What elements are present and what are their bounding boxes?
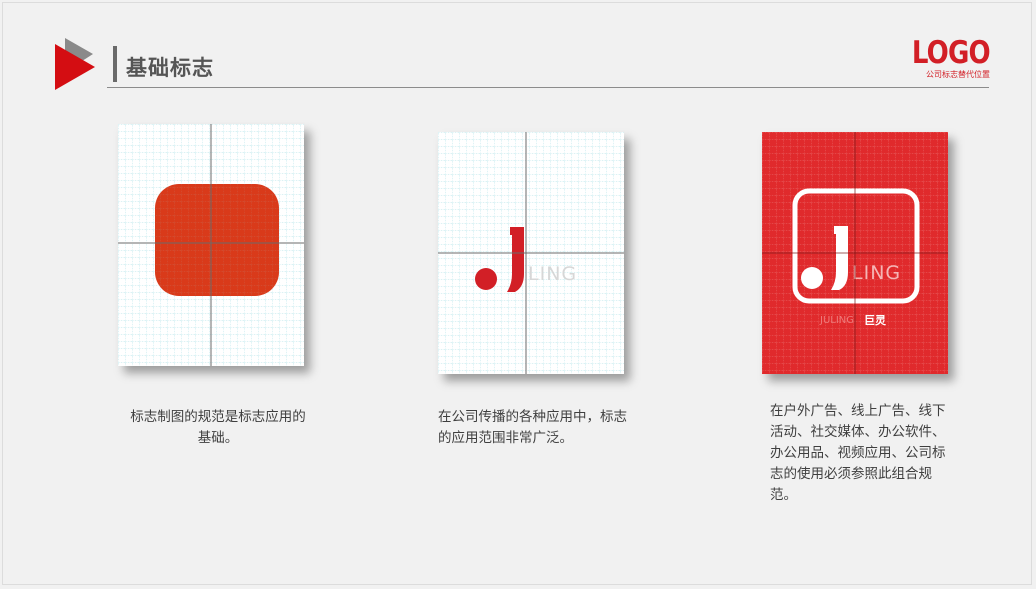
brand-logo-text: LOGO <box>912 35 991 71</box>
brand-logo-subtitle: 公司标志替代位置 <box>926 70 990 79</box>
logo-wordmark-card: LING <box>438 132 624 374</box>
caption-usage: 在户外广告、线上广告、线下活动、社交媒体、办公软件、办公用品、视频应用、公司标志… <box>770 403 946 503</box>
logo-grid-card <box>118 124 304 366</box>
brand-chinese-text: 巨灵 <box>864 314 887 327</box>
caption-application: 在公司传播的各种应用中，标志的应用范围非常广泛。 <box>438 409 627 446</box>
page-title: 基础标志 <box>126 56 214 80</box>
arrow-logo-icon <box>55 38 95 90</box>
header-divider <box>107 87 989 88</box>
wordmark-text: LING <box>528 263 577 285</box>
logo-reversed-card: LING JULING 巨灵 <box>762 132 948 374</box>
wordmark-reversed-text: LING <box>852 262 901 284</box>
title-accent-bar <box>113 46 117 82</box>
caption-basic: 标志制图的规范是标志应用的基础。 <box>130 409 306 446</box>
brand-english-text: JULING <box>819 315 854 326</box>
